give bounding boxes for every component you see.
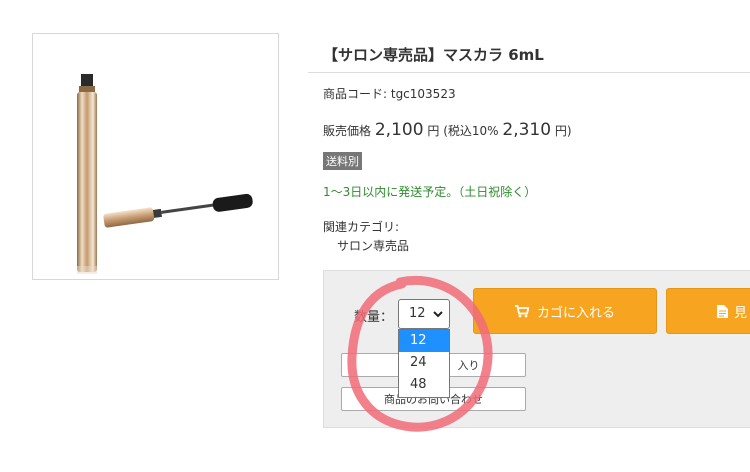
- price-tax-prefix: (税込10%: [443, 124, 499, 138]
- product-code: 商品コード: tgc103523: [323, 87, 456, 101]
- quantity-select[interactable]: 12: [398, 299, 450, 329]
- add-to-cart-label: カゴに入れる: [536, 305, 615, 321]
- shipping-badge: 送料別: [323, 152, 362, 170]
- cart-icon: [514, 304, 529, 317]
- quantity-value: 12: [409, 306, 426, 321]
- price-tax-value: 2,310: [502, 120, 552, 140]
- quantity-label: 数量：: [354, 310, 394, 325]
- product-title: 【サロン専売品】マスカラ 6mL: [323, 46, 544, 64]
- add-to-cart-button[interactable]: カゴに入れる: [473, 288, 657, 334]
- estimate-button[interactable]: 見: [666, 288, 750, 334]
- title-divider: [308, 72, 750, 73]
- favorite-label: 入り: [457, 359, 480, 372]
- document-icon: [717, 304, 728, 318]
- quantity-dropdown-list: 12 24 48: [398, 329, 450, 398]
- quantity-option[interactable]: 12: [399, 330, 449, 352]
- product-image: [32, 33, 279, 280]
- quantity-option[interactable]: 48: [399, 374, 449, 396]
- price-row: 販売価格 2,100 円 (税込10% 2,310 円): [323, 120, 572, 140]
- price-tax-suffix: 円): [554, 124, 572, 138]
- price-yen: 円: [427, 124, 440, 138]
- price-value: 2,100: [374, 120, 424, 140]
- estimate-label: 見: [734, 305, 748, 321]
- price-label: 販売価格: [323, 124, 372, 138]
- shipping-note: 1〜3日以内に発送予定。（土日祝除く）: [323, 185, 537, 199]
- quantity-option[interactable]: 24: [399, 352, 449, 374]
- category-link[interactable]: サロン専売品: [337, 237, 409, 254]
- chevron-down-icon: [433, 311, 443, 318]
- category-label: 関連カテゴリ:: [323, 220, 400, 234]
- mascara-illustration: [77, 74, 253, 274]
